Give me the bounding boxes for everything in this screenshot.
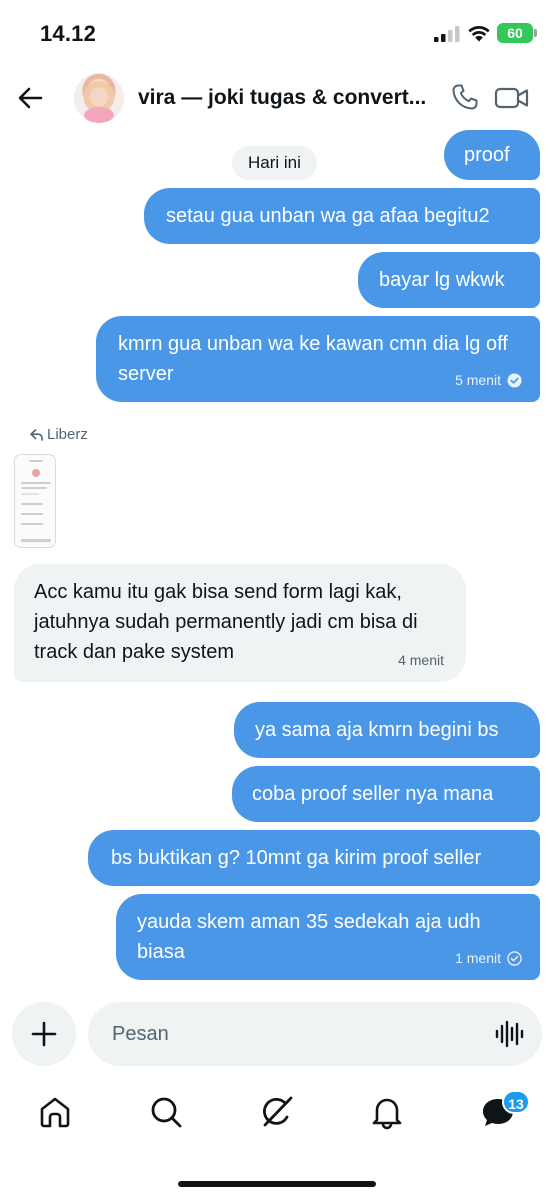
- message-timestamp: 5 menit: [455, 372, 522, 388]
- message-timestamp: 4 menit: [398, 652, 444, 668]
- message-text: Acc kamu itu gak bisa send form lagi kak…: [34, 581, 418, 663]
- contact-name[interactable]: vira — joki tugas & convert...: [138, 86, 428, 110]
- message-timestamp: 1 menit: [455, 950, 522, 966]
- sent-check-icon: [507, 950, 522, 966]
- attachment-line: [21, 539, 51, 542]
- date-separator: Hari ini: [232, 146, 317, 180]
- bottom-navigation: [0, 1080, 554, 1146]
- message-text: kmrn gua unban wa ke kawan cmn dia lg of…: [118, 333, 508, 385]
- seen-check-icon: [507, 372, 522, 388]
- voice-waveform-icon[interactable]: [494, 1020, 524, 1048]
- timestamp-text: 1 menit: [455, 950, 501, 966]
- attachment-line: [29, 460, 43, 462]
- timestamp-text: 4 menit: [398, 652, 444, 668]
- attachment-line: [21, 523, 43, 525]
- attachment-line: [21, 493, 39, 495]
- wifi-icon: [468, 25, 490, 42]
- attachment-logo: [32, 469, 40, 477]
- message-text: yauda skem aman 35 sedekah aja udh biasa: [137, 911, 481, 963]
- grok-icon[interactable]: [258, 1094, 294, 1130]
- attachment-line: [21, 487, 47, 489]
- search-icon[interactable]: [148, 1094, 184, 1130]
- message-text: bayar lg wkwk: [379, 269, 505, 291]
- battery-cap: [534, 29, 537, 37]
- contact-avatar[interactable]: [74, 73, 124, 123]
- status-time: 14.12: [40, 21, 97, 46]
- home-icon[interactable]: [37, 1094, 73, 1130]
- battery-indicator: 60: [497, 23, 537, 43]
- back-arrow-icon[interactable]: [14, 82, 46, 114]
- message-composer: [0, 1000, 554, 1070]
- reply-sender: Liberz: [47, 426, 88, 443]
- phone-icon[interactable]: [450, 82, 480, 112]
- message-outgoing[interactable]: coba proof seller nya mana: [232, 766, 540, 822]
- timestamp-text: 5 menit: [455, 372, 501, 388]
- attachment-line: [21, 513, 43, 515]
- reply-arrow-icon: [30, 428, 43, 441]
- message-input[interactable]: [112, 1002, 472, 1066]
- messages-badge: 13: [502, 1090, 530, 1114]
- message-text: ya sama aja kmrn begini bs: [255, 719, 499, 741]
- message-thread[interactable]: proof Hari ini setau gua unban wa ga afa…: [0, 130, 554, 990]
- message-outgoing[interactable]: ya sama aja kmrn begini bs: [234, 702, 540, 758]
- message-text: setau gua unban wa ga afaa begitu2: [166, 205, 490, 227]
- video-camera-icon[interactable]: [494, 84, 530, 112]
- message-outgoing[interactable]: bs buktikan g? 10mnt ga kirim proof sell…: [88, 830, 540, 886]
- image-attachment[interactable]: [14, 454, 56, 548]
- message-text: coba proof seller nya mana: [252, 783, 494, 805]
- add-attachment-button[interactable]: [12, 1002, 76, 1066]
- avatar-detail: [84, 107, 114, 123]
- battery-level: 60: [497, 23, 533, 43]
- attachment-line: [21, 503, 43, 505]
- message-text: bs buktikan g? 10mnt ga kirim proof sell…: [111, 847, 482, 869]
- message-outgoing[interactable]: setau gua unban wa ga afaa begitu2: [144, 188, 540, 244]
- home-indicator: [178, 1181, 376, 1187]
- message-text: proof: [464, 144, 510, 166]
- message-outgoing[interactable]: bayar lg wkwk: [358, 252, 540, 308]
- message-outgoing[interactable]: yauda skem aman 35 sedekah aja udh biasa…: [116, 894, 540, 980]
- cellular-signal-icon: [434, 26, 460, 42]
- message-outgoing[interactable]: kmrn gua unban wa ke kawan cmn dia lg of…: [96, 316, 540, 402]
- status-bar: 14.12 60: [0, 0, 554, 66]
- message-outgoing[interactable]: proof: [444, 130, 540, 180]
- plus-icon: [31, 1021, 57, 1047]
- notifications-bell-icon[interactable]: [369, 1094, 405, 1130]
- reply-indicator: Liberz: [30, 426, 88, 443]
- conversation-header: vira — joki tugas & convert...: [0, 66, 554, 130]
- attachment-line: [21, 482, 51, 484]
- message-incoming[interactable]: Acc kamu itu gak bisa send form lagi kak…: [14, 564, 466, 682]
- message-input-container[interactable]: [88, 1002, 542, 1066]
